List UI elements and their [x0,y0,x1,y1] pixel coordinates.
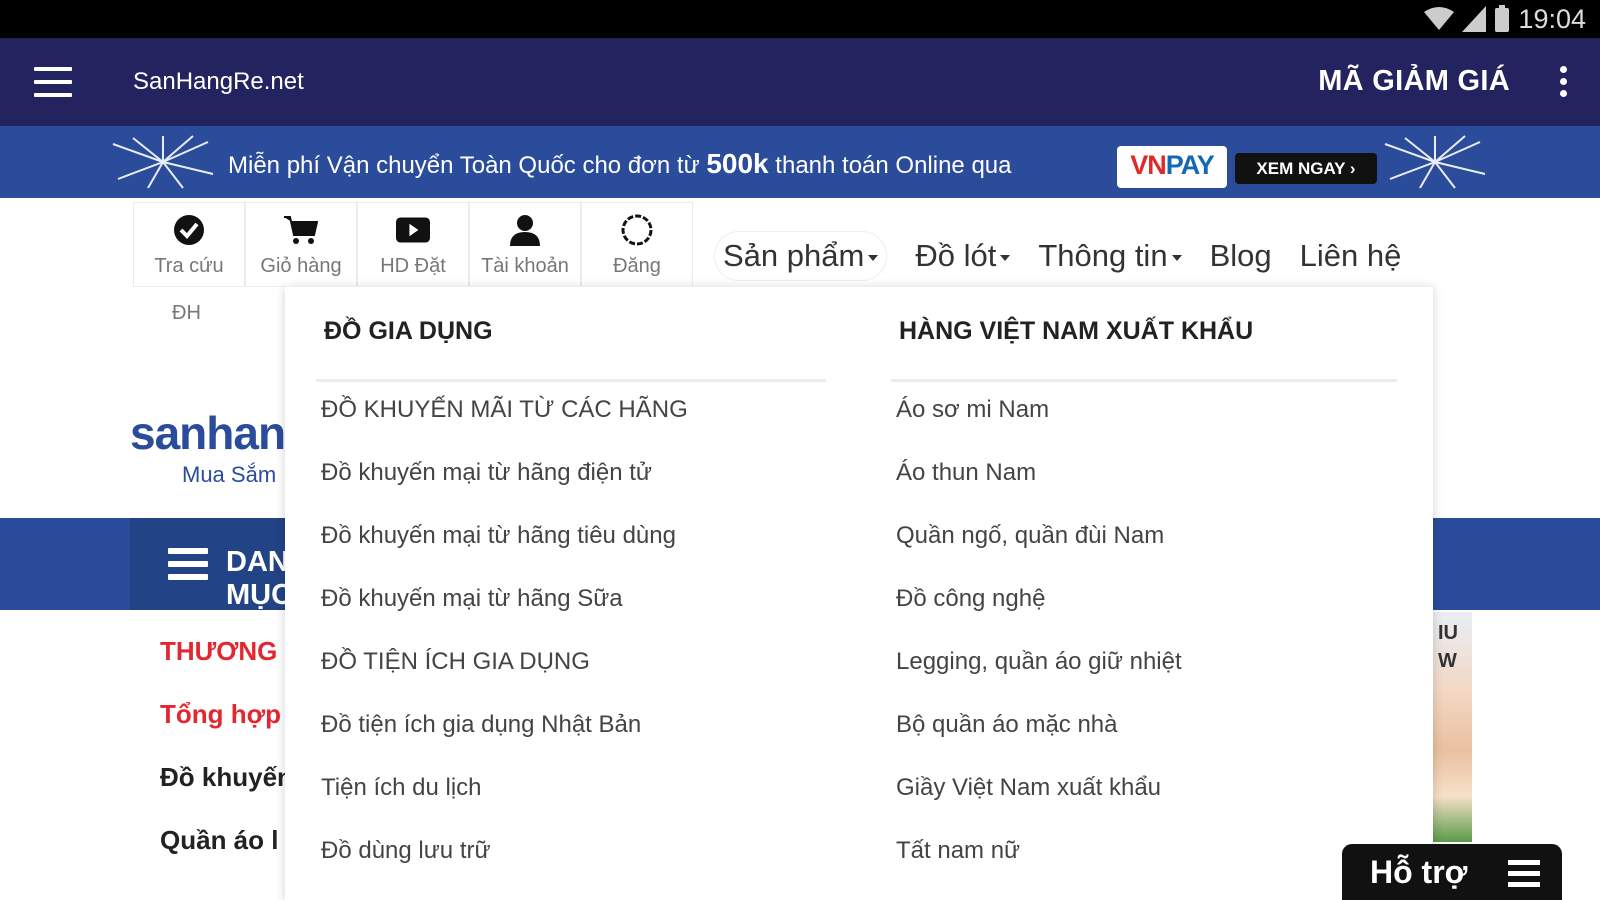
menu-link-list: Áo sơ mi Nam Áo thun Nam Quần ngố, quần … [896,390,1182,894]
menu-link[interactable]: Bộ quần áo mặc nhà [896,705,1182,768]
divider [316,379,826,382]
status-icons: 19:04 [1424,0,1586,38]
firework-left-icon [112,135,214,189]
order-lookup-label-extra: ĐH [172,302,201,324]
signal-icon [1462,6,1487,32]
menu-link[interactable]: Tiện ích du lịch [321,768,688,831]
order-guide-button[interactable]: HD Đặt [357,202,469,287]
menu-link[interactable]: Đồ khuyến mại từ hãng Sữa [321,579,688,642]
app-bar: SanHangRe.net MÃ GIẢM GIÁ [0,38,1600,126]
menu-link[interactable]: Đồ khuyến mại từ hãng tiêu dùng [321,516,688,579]
side-image-text: W [1438,650,1457,672]
sidebar-item[interactable]: Đồ khuyến [160,762,300,825]
quickbar-label: HD Đặt [380,255,446,277]
nav-blog[interactable]: Blog [1210,238,1272,274]
promo-cta-button[interactable]: XEM NGAY › [1235,153,1377,184]
menu-link[interactable]: Áo sơ mi Nam [896,390,1182,453]
wifi-icon [1424,7,1455,30]
menu-link[interactable]: Legging, quần áo giữ nhiệt [896,642,1182,705]
nav-products[interactable]: Sản phẩm [714,231,888,281]
register-button[interactable]: Đăng [581,202,693,287]
promo-text: Miễn phí Vận chuyển Toàn Quốc cho đơn từ… [228,148,1012,179]
caret-down-icon [1171,254,1182,261]
category-menu-icon [168,548,208,580]
support-label: Hỗ trợ [1370,854,1468,890]
quickbar-label: Tra cứu [154,255,224,277]
battery-icon [1495,5,1510,32]
menu-link[interactable]: ĐỒ TIỆN ÍCH GIA DỤNG [321,642,688,705]
circle-icon [620,213,654,247]
menu-link[interactable]: Áo thun Nam [896,453,1182,516]
quickbar-label: Tài khoản [481,255,569,277]
menu-link[interactable]: Đồ dùng lưu trữ [321,831,688,894]
caret-down-icon [868,254,879,261]
nav-info[interactable]: Thông tin [1038,238,1182,274]
caret-down-icon [1000,254,1011,261]
menu-link[interactable]: Đồ tiện ích gia dụng Nhật Bản [321,705,688,768]
nav-contact[interactable]: Liên hệ [1300,238,1402,274]
menu-link[interactable]: ĐỒ KHUYẾN MÃI TỪ CÁC HÃNG [321,390,688,453]
products-mega-menu: ĐỒ GIA DỤNG ĐỒ KHUYẾN MÃI TỪ CÁC HÃNG Đồ… [285,286,1433,900]
sidebar-item[interactable]: THƯƠNG [160,636,300,699]
menu-link-list: ĐỒ KHUYẾN MÃI TỪ CÁC HÃNG Đồ khuyến mại … [321,390,688,894]
more-options-icon[interactable] [1560,66,1568,98]
vnpay-logo: VNPAY [1117,146,1227,188]
menu-column-heading[interactable]: ĐỒ GIA DỤNG [324,317,493,346]
nav-underwear[interactable]: Đồ lót [915,238,1011,274]
sidebar-item[interactable]: Tổng hợp [160,699,300,762]
account-button[interactable]: Tài khoản [469,202,581,287]
cart-button[interactable]: Giỏ hàng [245,202,357,287]
promo-side-image[interactable]: IU W [1432,612,1472,842]
logo-tagline: Mua Sắm [182,462,277,487]
logo-main-text: sanhangre [130,410,290,459]
menu-link[interactable]: Quần ngố, quần đùi Nam [896,516,1182,579]
order-lookup-button[interactable]: Tra cứu [133,202,245,287]
menu-link[interactable]: Giầy Việt Nam xuất khẩu [896,768,1182,831]
user-icon [508,213,542,247]
divider [891,379,1397,382]
menu-icon [1508,860,1540,888]
coupon-button[interactable]: MÃ GIẢM GIÁ [1318,65,1510,98]
cart-icon [284,213,318,247]
support-chat-button[interactable]: Hỗ trợ [1342,844,1562,900]
side-image-text: IU [1438,622,1458,644]
category-menu-button[interactable]: DANH MỤC [130,518,310,611]
check-circle-icon [172,213,206,247]
firework-right-icon [1384,135,1486,189]
category-sidebar: THƯƠNG Tổng hợp Đồ khuyến Quần áo l [160,636,300,888]
quickbar-label: Đăng [613,255,661,277]
app-title: SanHangRe.net [133,68,304,95]
status-time: 19:04 [1518,3,1586,34]
quickbar-label: Giỏ hàng [260,255,342,277]
menu-link[interactable]: Tất nam nữ [896,831,1182,894]
quick-toolbar: Tra cứu Giỏ hàng HD Đặt Tài khoản Đăng [133,202,693,287]
hamburger-menu-icon[interactable] [34,67,72,97]
status-bar: 19:04 [0,0,1600,38]
menu-link[interactable]: Đồ khuyến mại từ hãng điện tử [321,453,688,516]
sidebar-item[interactable]: Quần áo l [160,825,300,888]
promo-banner[interactable]: Miễn phí Vận chuyển Toàn Quốc cho đơn từ… [0,126,1600,198]
play-icon [396,213,430,247]
top-nav: Sản phẩm Đồ lót Thông tin Blog Liên hệ [714,226,1402,286]
site-logo[interactable]: sanhangre Mua Sắm [130,410,290,500]
menu-column-heading[interactable]: HÀNG VIỆT NAM XUẤT KHẨU [899,317,1253,346]
menu-link[interactable]: Đồ công nghệ [896,579,1182,642]
